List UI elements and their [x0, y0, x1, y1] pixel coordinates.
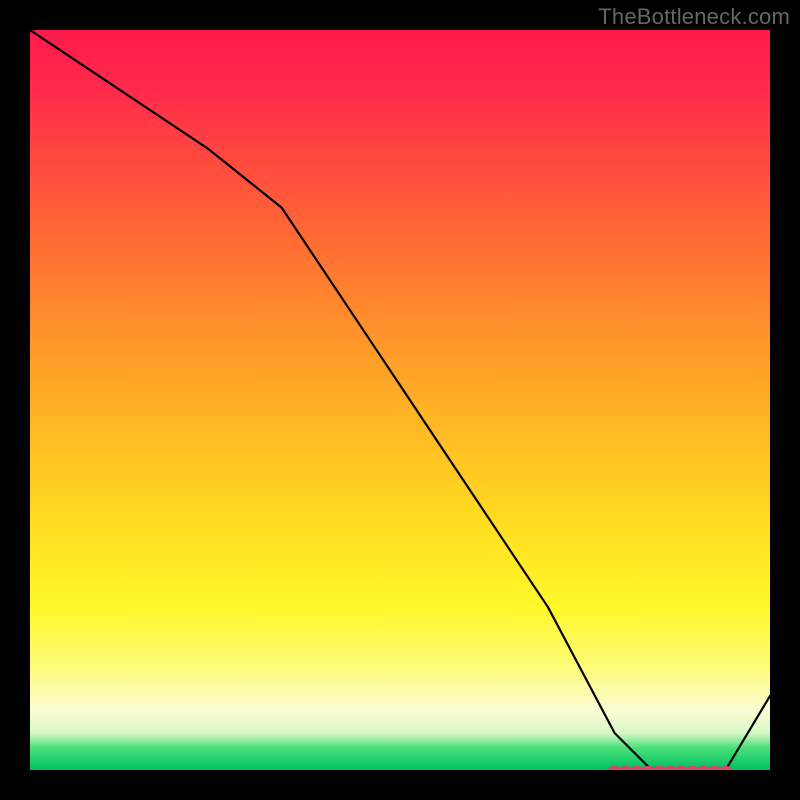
chart-frame: TheBottleneck.com — [0, 0, 800, 800]
curve-svg — [30, 30, 770, 770]
flat-region-markers — [608, 766, 732, 770]
watermark-text: TheBottleneck.com — [598, 4, 790, 30]
plot-area — [30, 30, 770, 770]
marker-dot — [719, 766, 732, 770]
bottleneck-curve — [30, 30, 770, 770]
